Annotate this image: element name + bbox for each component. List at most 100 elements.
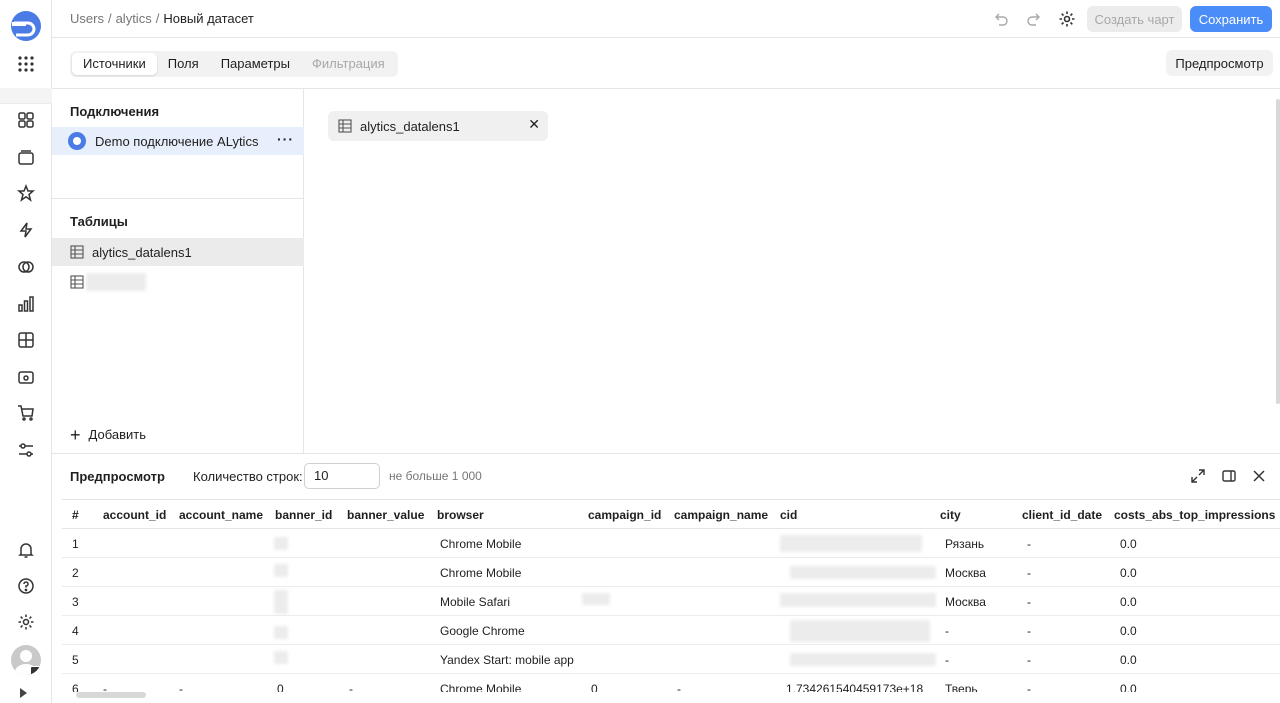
table-row: 4 Google Chrome - - 0.0 [62, 616, 1280, 645]
user-avatar[interactable] [11, 645, 41, 675]
table-row: 5 Yandex Start: mobile app - - 0.0 [62, 645, 1280, 674]
notifications-bell-icon[interactable] [16, 540, 36, 560]
star-icon[interactable] [16, 183, 36, 203]
tables-title: Таблицы [70, 214, 128, 229]
connection-label: Demo подключение ALytics [95, 133, 259, 149]
col-header: campaign_name [674, 508, 769, 522]
col-header: cid [780, 508, 798, 522]
table-item-hidden[interactable] [52, 268, 304, 296]
cell-account-name: - [179, 682, 183, 692]
cell-city: - [945, 653, 949, 667]
rail-separator [0, 88, 52, 104]
cell-index: 6 [72, 682, 79, 692]
blurred-cell [790, 566, 936, 579]
table-item[interactable]: alytics_datalens1 [52, 238, 304, 266]
blurred-cell [274, 626, 288, 639]
cell-client-id-date: - [1027, 682, 1031, 692]
tab-sources[interactable]: Источники [72, 53, 157, 75]
connection-icon [68, 132, 86, 150]
blurred-cell [790, 620, 930, 642]
save-button[interactable]: Сохранить [1190, 6, 1272, 32]
gear-icon[interactable] [16, 612, 36, 632]
collections-icon[interactable] [16, 147, 36, 167]
canvas-scrollbar[interactable] [1276, 99, 1280, 404]
cell-costs: 0.0 [1120, 537, 1137, 551]
col-header: costs_abs_top_impressions [1114, 508, 1276, 522]
create-chart-button[interactable]: Создать чарт [1087, 6, 1182, 32]
breadcrumb-current: Новый датасет [163, 11, 254, 26]
marketplace-cart-icon[interactable] [16, 403, 36, 423]
dashboards-icon[interactable] [16, 330, 36, 350]
cell-city: Рязань [945, 537, 985, 551]
cell-index: 1 [72, 537, 79, 551]
charts-icon[interactable] [16, 294, 36, 314]
blurred-cell [780, 535, 922, 552]
cell-browser: Mobile Safari [440, 595, 511, 609]
breadcrumb: Users / alytics / Новый датасет [70, 11, 254, 26]
apps-grid-icon[interactable] [17, 55, 35, 73]
sources-panel: Подключения Demo подключение ALytics ···… [52, 89, 304, 453]
col-header: client_id_date [1022, 508, 1103, 522]
add-source-button[interactable]: + Добавить [70, 426, 146, 444]
cell-costs: 0.0 [1120, 595, 1137, 609]
breadcrumb-alytics[interactable]: alytics [116, 11, 152, 26]
settings-gear-icon[interactable] [1057, 9, 1077, 29]
cell-costs: 0.0 [1120, 682, 1137, 692]
tab-parameters[interactable]: Параметры [210, 53, 301, 75]
canvas-table-card[interactable]: alytics_datalens1 ✕ [328, 111, 548, 141]
tab-fields[interactable]: Поля [157, 53, 210, 75]
cell-costs: 0.0 [1120, 566, 1137, 580]
cell-banner-value: - [349, 682, 353, 692]
cell-city: - [945, 624, 949, 638]
col-header: account_name [179, 508, 264, 522]
blurred-cell [274, 651, 288, 664]
settings-sliders-icon[interactable] [16, 440, 36, 460]
col-header: # [72, 508, 79, 522]
cell-campaign-name: - [677, 682, 681, 692]
tab-filtering[interactable]: Фильтрация [301, 53, 396, 75]
expand-rail-icon[interactable] [20, 688, 27, 698]
blurred-cell [790, 653, 936, 666]
close-preview-icon[interactable] [1251, 468, 1267, 484]
cell-index: 5 [72, 653, 79, 667]
fullscreen-icon[interactable] [1190, 468, 1206, 484]
dataset-tabs: Источники Поля Параметры Фильтрация [70, 51, 398, 77]
top-header: Users / alytics / Новый датасет Создать чарт… [52, 0, 1280, 38]
preview-button[interactable]: Предпросмотр [1166, 50, 1273, 76]
connections-icon[interactable] [16, 257, 36, 277]
tabs-bar: Источники Поля Параметры Фильтрация Пред… [52, 38, 1280, 89]
connection-item[interactable]: Demo подключение ALytics ··· [52, 127, 304, 155]
breadcrumb-users[interactable]: Users [70, 11, 104, 26]
blurred-cell [274, 564, 288, 577]
rows-count-input[interactable]: 10 [304, 463, 380, 489]
col-header: banner_id [275, 508, 333, 522]
cell-index: 2 [72, 566, 79, 580]
cell-cid: 1.734261540459173e+18 [786, 682, 924, 692]
redo-icon[interactable] [1024, 9, 1044, 29]
split-view-icon[interactable] [1221, 468, 1237, 484]
panel-divider [52, 198, 304, 199]
cell-client-id-date: - [1027, 653, 1031, 667]
cell-campaign-id: 0 [591, 682, 598, 692]
col-header: browser [437, 508, 484, 522]
close-icon[interactable]: ✕ [528, 116, 540, 133]
table-row: 6 - - 0 - Chrome Mobile 0 - 1.7342615404… [62, 674, 1280, 692]
blurred-cell [582, 593, 610, 605]
table-row: 2 Chrome Mobile Москва - 0.0 [62, 558, 1280, 587]
lightning-icon[interactable] [16, 220, 36, 240]
preview-horizontal-scrollbar[interactable] [76, 692, 146, 698]
col-header: campaign_id [588, 508, 662, 522]
undo-icon[interactable] [991, 9, 1011, 29]
datalens-logo-icon[interactable] [10, 10, 42, 42]
blurred-cell [780, 593, 936, 607]
cell-account-id: - [103, 682, 107, 692]
help-icon[interactable] [16, 576, 36, 596]
rows-count-label: Количество строк: [193, 469, 303, 484]
cell-costs: 0.0 [1120, 653, 1137, 667]
dashboard-grid-icon[interactable] [16, 110, 36, 130]
col-header: city [940, 508, 961, 522]
folder-icon[interactable] [16, 367, 36, 387]
cell-browser: Chrome Mobile [440, 537, 522, 551]
more-options-icon[interactable]: ··· [277, 131, 294, 147]
table-label: alytics_datalens1 [92, 244, 192, 260]
